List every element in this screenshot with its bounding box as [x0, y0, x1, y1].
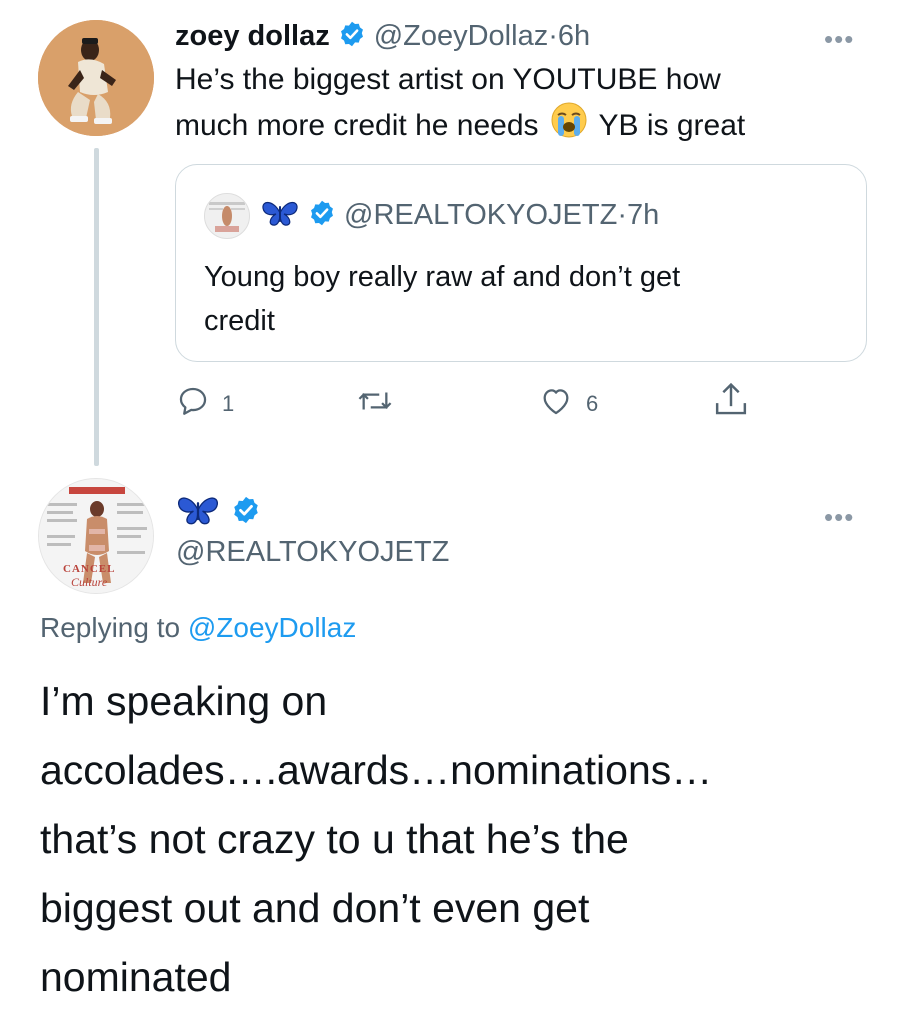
more-options-icon[interactable]: ••• — [824, 24, 854, 55]
share-button[interactable] — [712, 380, 750, 425]
avatar-photo — [38, 20, 154, 136]
quoted-tweet-header: @REALTOKYOJETZ · 7h — [260, 195, 659, 235]
quoted-tweet-text: Young boy really raw af and don’t get cr… — [204, 255, 844, 343]
reply-count: 1 — [222, 390, 235, 416]
reply-text-line: accolades….awards…nominations… — [40, 747, 713, 793]
reply-text-line: nominated — [40, 954, 232, 1000]
replying-to-label: Replying to — [40, 612, 188, 643]
tweet-text-segment: much more credit he needs — [175, 108, 539, 142]
tweet-time[interactable]: 6h — [558, 20, 590, 53]
author-handle[interactable]: @ZoeyDollaz — [374, 20, 549, 53]
quoted-author-handle[interactable]: @REALTOKYOJETZ — [344, 199, 617, 232]
zoey-dollaz-avatar[interactable] — [38, 20, 154, 136]
like-button[interactable]: 6 — [538, 384, 598, 423]
time-separator: · — [617, 198, 627, 231]
tweet-text-line: much more credit he needs YB is great — [175, 100, 875, 151]
tweet-text-segment: YB is great — [598, 108, 746, 142]
like-icon — [538, 384, 574, 423]
time-separator: · — [548, 19, 558, 52]
reply-text-line: that’s not crazy to u that he’s the — [40, 816, 629, 862]
reply-header — [175, 492, 261, 532]
quoted-text-line: Young boy really raw af and don’t get — [204, 261, 681, 293]
avatar-caption: CANCEL — [63, 563, 116, 575]
avatar-caption-script: Culture — [71, 575, 108, 589]
reply-text-line: I’m speaking on — [40, 678, 328, 724]
reply-button[interactable]: 1 — [176, 384, 234, 423]
tweet-text: He’s the biggest artist on YOUTUBE how m… — [175, 60, 875, 151]
quoted-author-avatar[interactable] — [204, 193, 250, 239]
quoted-tweet-time: 7h — [626, 198, 660, 231]
tweet-text-line: He’s the biggest artist on YOUTUBE how — [175, 63, 721, 96]
reply-author-handle[interactable]: @REALTOKYOJETZ — [176, 536, 449, 569]
loudly-crying-emoji — [549, 100, 589, 151]
butterfly-emoji[interactable] — [260, 198, 300, 233]
tweet-header: zoey dollaz @ZoeyDollaz · 6h — [175, 16, 590, 56]
like-count: 6 — [586, 390, 599, 416]
share-icon — [712, 382, 750, 424]
reply-tweet-text: I’m speaking on accolades….awards…nomina… — [40, 667, 890, 1012]
author-name[interactable]: zoey dollaz — [175, 20, 330, 53]
quoted-tweet-card[interactable]: @REALTOKYOJETZ · 7h Young boy really raw… — [175, 164, 867, 362]
reply-text-line: biggest out and don’t even get — [40, 885, 590, 931]
replying-to-handle-link[interactable]: @ZoeyDollaz — [188, 612, 356, 643]
realtokyojetz-avatar[interactable]: CANCEL Culture — [38, 478, 154, 594]
quoted-text-line: credit — [204, 305, 275, 337]
retweet-icon — [355, 392, 395, 422]
thread-connector-line — [94, 148, 99, 466]
verified-badge-icon — [308, 199, 336, 232]
reply-icon — [176, 384, 210, 423]
retweet-button[interactable] — [355, 384, 395, 423]
verified-badge-icon — [338, 20, 366, 53]
replying-to: Replying to @ZoeyDollaz — [40, 612, 356, 644]
butterfly-emoji[interactable] — [175, 493, 221, 532]
verified-badge-icon — [231, 495, 261, 530]
more-options-icon[interactable]: ••• — [824, 502, 854, 533]
